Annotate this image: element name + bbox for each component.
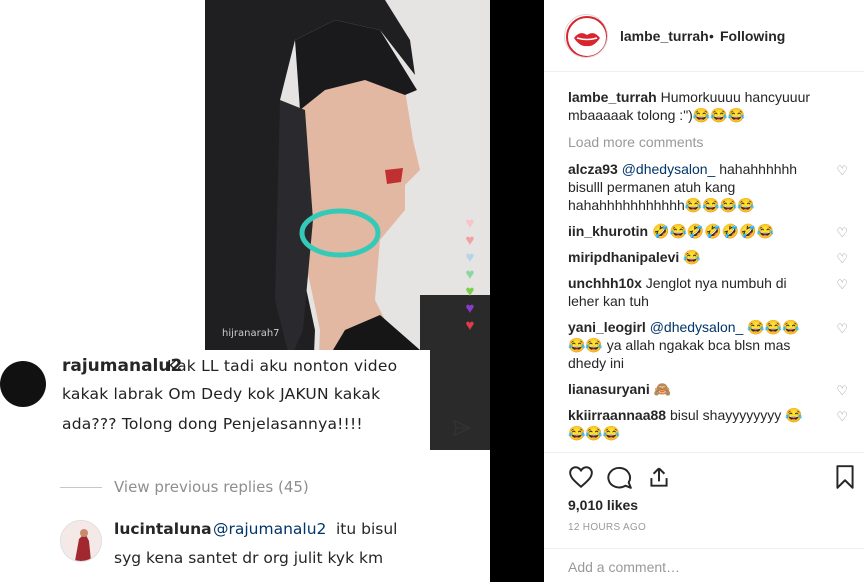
comment-input[interactable] xyxy=(568,559,828,575)
comment-item: alcza93 @dhedysalon_ hahahhhhhh bisulll … xyxy=(568,160,848,214)
heart-icon: ♥ xyxy=(465,317,475,334)
overlay-comment-line: ada??? Tolong dong Penjelasannya!!!! xyxy=(62,415,363,433)
avatar xyxy=(0,361,46,407)
live-hearts: ♥ ♥ ♥ ♥ ♥ ♥ ♥ xyxy=(460,215,480,334)
share-icon[interactable] xyxy=(646,464,672,490)
divider xyxy=(60,487,102,488)
heart-icon: ♥ xyxy=(465,215,475,232)
comment-user[interactable]: unchhh10x xyxy=(568,275,642,291)
comment-user[interactable]: lianasuryani xyxy=(568,381,650,397)
comment-user[interactable]: alcza93 xyxy=(568,161,618,177)
like-heart-icon[interactable]: ♡ xyxy=(836,382,848,400)
heart-icon: ♥ xyxy=(465,232,475,249)
overlay-comment-user: rajumanalu2 xyxy=(62,356,183,376)
comment-mention[interactable]: @dhedysalon_ xyxy=(622,161,716,177)
like-heart-icon[interactable]: ♡ xyxy=(836,276,848,294)
post-timestamp[interactable]: 12 HOURS AGO xyxy=(568,522,646,533)
likes-count[interactable]: 9,010 likes xyxy=(568,497,638,513)
post-image: ♥ ♥ ♥ ♥ ♥ ♥ ♥ hijranarah7 rajumanalu2 Ka… xyxy=(0,0,490,582)
reply-text: itu bisul xyxy=(336,520,398,538)
profile-avatar[interactable] xyxy=(564,14,608,58)
bookmark-icon[interactable] xyxy=(832,464,858,490)
heart-icon: ♥ xyxy=(465,283,475,300)
comment-item: kkiirraannaa88 bisul shayyyyyyyy 😂 😂😂😂 ♡ xyxy=(568,406,848,442)
comment-icon[interactable] xyxy=(607,464,633,490)
post-header: lambe_turrah • Following xyxy=(544,0,864,72)
comment-user[interactable]: yani_leogirl xyxy=(568,319,646,335)
heart-icon[interactable] xyxy=(568,464,594,490)
comment-text: 🙈 xyxy=(653,381,672,397)
avatar-image xyxy=(61,521,101,561)
comment-user[interactable]: kkiirraannaa88 xyxy=(568,407,666,423)
lips-logo-icon xyxy=(566,16,607,57)
like-heart-icon[interactable]: ♡ xyxy=(836,162,848,180)
comment-mention[interactable]: @dhedysalon_ xyxy=(650,319,744,335)
like-heart-icon[interactable]: ♡ xyxy=(836,408,848,426)
header-username[interactable]: lambe_turrah xyxy=(620,28,709,44)
heart-icon: ♥ xyxy=(465,249,475,266)
comment-text: 😂 xyxy=(683,249,701,265)
post-side-panel: lambe_turrah • Following lambe_turrah Hu… xyxy=(544,0,864,582)
send-icon xyxy=(453,419,471,437)
reply-user: lucintaluna xyxy=(114,520,212,538)
reply-mention: @rajumanalu2 xyxy=(213,520,327,538)
post-caption: lambe_turrah Humorkuuuu hancyuuur mbaaaa… xyxy=(568,88,848,124)
comment-item: unchhh10x Jenglot nya numbuh di leher ka… xyxy=(568,274,848,310)
comment-user[interactable]: iin_khurotin xyxy=(568,223,648,239)
like-heart-icon[interactable]: ♡ xyxy=(836,224,848,242)
heart-icon: ♥ xyxy=(465,266,475,283)
comment-item: miripdhanipalevi 😂 ♡ xyxy=(568,248,848,266)
reply-text: syg kena santet dr org julit kyk km xyxy=(114,549,384,567)
comment-item: iin_khurotin 🤣😂🤣🤣🤣🤣😂 ♡ xyxy=(568,222,848,240)
overlay-comment-line: Kak LL tadi aku nonton video xyxy=(167,357,398,375)
comment-text: 🤣😂🤣🤣🤣🤣😂 xyxy=(652,223,775,239)
comments-list[interactable]: lambe_turrah Humorkuuuu hancyuuur mbaaaa… xyxy=(568,88,848,450)
comment-user[interactable]: miripdhanipalevi xyxy=(568,249,679,265)
like-heart-icon[interactable]: ♡ xyxy=(836,320,848,338)
separator-dot: • xyxy=(709,28,714,44)
watermark: hijranarah7 xyxy=(222,328,280,339)
like-heart-icon[interactable]: ♡ xyxy=(836,250,848,268)
avatar xyxy=(60,520,102,562)
comment-item: yani_leogirl @dhedysalon_ 😂😂😂 😂😂 ya alla… xyxy=(568,318,848,372)
post-media[interactable]: ♥ ♥ ♥ ♥ ♥ ♥ ♥ hijranarah7 rajumanalu2 Ka… xyxy=(0,0,544,582)
heart-icon: ♥ xyxy=(465,300,475,317)
add-comment-bar xyxy=(544,548,864,582)
comment-item: lianasuryani 🙈 ♡ xyxy=(568,380,848,398)
following-button[interactable]: Following xyxy=(720,28,785,44)
view-replies-link: View previous replies (45) xyxy=(114,478,309,496)
load-more-comments[interactable]: Load more comments xyxy=(568,134,848,150)
overlay-comment-line: kakak labrak Om Dedy kok JAKUN kakak xyxy=(62,385,381,403)
caption-user[interactable]: lambe_turrah xyxy=(568,89,657,105)
